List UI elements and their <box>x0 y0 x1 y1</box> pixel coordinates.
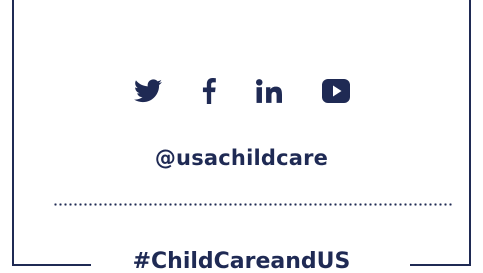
linkedin-icon[interactable] <box>255 79 282 103</box>
frame-border-right <box>469 0 471 265</box>
twitter-icon[interactable] <box>133 79 162 103</box>
youtube-icon[interactable] <box>321 79 350 103</box>
social-card: @usachildcare #ChildCareandUS <box>0 0 483 273</box>
social-icons-row <box>0 74 483 108</box>
dotted-divider <box>53 203 454 206</box>
facebook-icon[interactable] <box>202 78 216 104</box>
social-handle-link[interactable]: @usachildcare <box>0 146 483 170</box>
hashtag-text[interactable]: #ChildCareandUS <box>0 247 483 273</box>
frame-border-left <box>12 0 14 265</box>
